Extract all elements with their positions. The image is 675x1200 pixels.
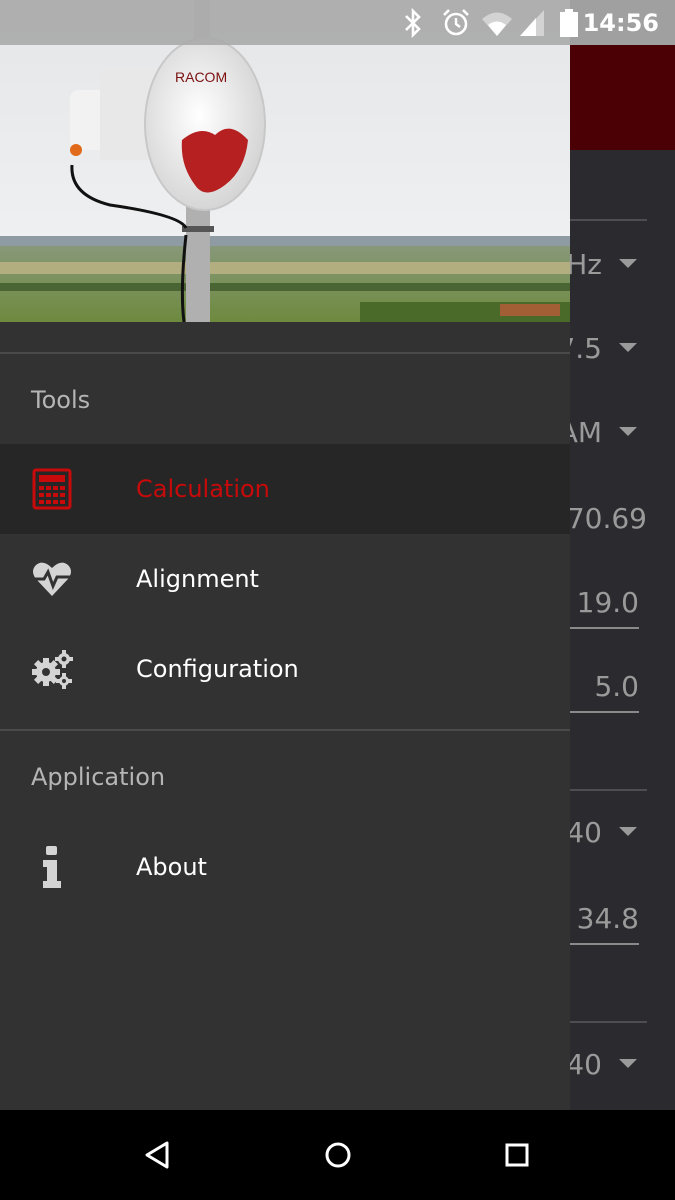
section-title-tools: Tools [31, 386, 91, 414]
dropdown-arrow-icon [619, 827, 637, 836]
background-divider [570, 219, 647, 221]
drawer-divider [0, 352, 570, 354]
status-time: 14:56 [582, 9, 659, 37]
info-icon [43, 846, 61, 888]
section-title-application: Application [31, 763, 166, 791]
signal-icon [520, 10, 544, 36]
input-underline [570, 627, 639, 629]
nav-item-label: Calculation [136, 475, 270, 503]
heart-pulse-icon [33, 562, 71, 596]
nav-item-calculation[interactable]: Calculation [0, 444, 570, 534]
background-row-1: Hz [566, 235, 675, 295]
gears-icon [32, 650, 73, 689]
wifi-icon [482, 12, 512, 36]
input-underline [570, 711, 639, 713]
drawer-header-image: RACOM [0, 0, 570, 322]
nav-item-alignment[interactable]: Alignment [0, 534, 570, 624]
home-icon[interactable] [318, 1135, 358, 1175]
dropdown-arrow-icon [619, 343, 637, 352]
background-divider [570, 1021, 647, 1023]
antenna-landscape-image: RACOM [0, 0, 570, 322]
background-row-6: 5.0 [570, 657, 675, 717]
background-divider [570, 789, 647, 791]
nav-item-about[interactable]: About [0, 822, 570, 912]
background-row-5: 19.0 [570, 573, 675, 633]
back-icon[interactable] [138, 1135, 178, 1175]
system-navigation-bar [0, 1110, 675, 1200]
racom-logo: RACOM [175, 69, 227, 85]
nav-item-label: About [136, 853, 207, 881]
background-row-7: 40 [566, 803, 675, 863]
background-row-9: 40 [566, 1035, 675, 1095]
drawer-divider [0, 729, 570, 731]
dropdown-arrow-icon [619, 427, 637, 436]
background-row-4: 70.69 [566, 489, 675, 549]
navigation-drawer: RACOM Tools Calculation Alignment Config… [0, 0, 570, 1110]
dropdown-arrow-icon [619, 1059, 637, 1068]
background-row-value: 40 [566, 816, 602, 849]
dropdown-arrow-icon [619, 259, 637, 268]
nav-item-configuration[interactable]: Configuration [0, 624, 570, 714]
background-row-value: 5.0 [594, 670, 639, 703]
battery-icon [560, 9, 578, 37]
nav-item-label: Alignment [136, 565, 259, 593]
input-underline [570, 943, 639, 945]
recents-icon[interactable] [497, 1135, 537, 1175]
background-row-2: 7.5 [557, 319, 675, 379]
background-row-value: 34.8 [576, 902, 639, 935]
background-row-value: 70.69 [566, 502, 647, 535]
alarm-icon [443, 9, 469, 36]
background-row-8: 34.8 [570, 889, 675, 949]
calculator-icon [32, 468, 72, 510]
status-bar: 14:56 [0, 0, 675, 45]
background-row-value: 19.0 [576, 586, 639, 619]
bluetooth-icon [405, 8, 421, 38]
background-row-3: AM [559, 403, 675, 463]
background-row-value: Hz [566, 248, 602, 281]
background-row-value: 40 [566, 1048, 602, 1081]
nav-item-label: Configuration [136, 655, 299, 683]
